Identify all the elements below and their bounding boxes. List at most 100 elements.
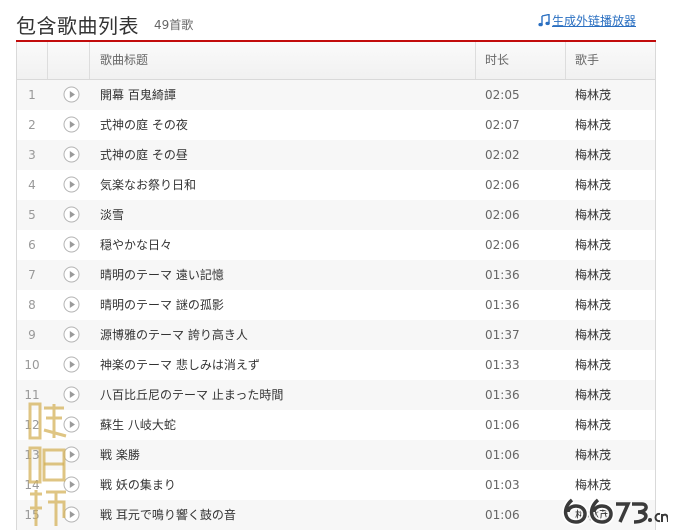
- song-title[interactable]: 晴明のテーマ 謎の孤影: [100, 290, 224, 320]
- track-number: 9: [28, 328, 36, 342]
- song-title[interactable]: 戦 楽勝: [100, 440, 140, 470]
- section-title: 包含歌曲列表: [16, 14, 139, 38]
- play-circle-icon[interactable]: [63, 86, 80, 103]
- track-number: 11: [24, 388, 40, 402]
- play-circle-icon[interactable]: [63, 146, 80, 163]
- track-number: 5: [28, 208, 36, 222]
- playlist-header: 包含歌曲列表 49首歌 生成外链播放器: [16, 8, 656, 40]
- music-note-icon: [538, 14, 550, 27]
- song-duration: 02:06: [485, 238, 520, 252]
- table-row[interactable]: 1 開幕 百鬼綺譚 02:05 梅林茂: [17, 80, 655, 110]
- play-circle-icon[interactable]: [63, 206, 80, 223]
- table-row[interactable]: 3 式神の庭 その昼 02:02 梅林茂: [17, 140, 655, 170]
- song-title[interactable]: 戦 耳元で鳴り響く鼓の音: [100, 500, 236, 530]
- table-row[interactable]: 2 式神の庭 その夜 02:07 梅林茂: [17, 110, 655, 140]
- play-circle-icon[interactable]: [63, 416, 80, 433]
- song-title[interactable]: 淡雪: [100, 200, 124, 230]
- song-duration: 01:06: [485, 418, 520, 432]
- table-row[interactable]: 8 晴明のテーマ 謎の孤影 01:36 梅林茂: [17, 290, 655, 320]
- song-title[interactable]: 穏やかな日々: [100, 230, 172, 260]
- song-artist[interactable]: 梅林茂: [575, 80, 611, 110]
- column-divider: [47, 42, 48, 79]
- song-artist[interactable]: 梅林茂: [575, 110, 611, 140]
- track-number: 4: [28, 178, 36, 192]
- column-header-title: 歌曲标题: [100, 53, 149, 67]
- table-row[interactable]: 10 神楽のテーマ 悲しみは消えず 01:33 梅林茂: [17, 350, 655, 380]
- track-number: 8: [28, 298, 36, 312]
- track-number: 14: [24, 478, 40, 492]
- table-row[interactable]: 7 晴明のテーマ 遠い記憶 01:36 梅林茂: [17, 260, 655, 290]
- generate-player-label[interactable]: 生成外链播放器: [552, 12, 636, 29]
- play-circle-icon[interactable]: [63, 386, 80, 403]
- song-title[interactable]: 気楽なお祭り日和: [100, 170, 196, 200]
- song-duration: 01:06: [485, 508, 520, 522]
- song-artist[interactable]: 梅林茂: [575, 200, 611, 230]
- page: 包含歌曲列表 49首歌 生成外链播放器 歌曲标题 时长 歌手 1 開幕 百鬼綺譚 0…: [0, 0, 674, 532]
- table-row[interactable]: 15 戦 耳元で鳴り響く鼓の音 01:06 梅林茂: [17, 500, 655, 530]
- play-circle-icon[interactable]: [63, 476, 80, 493]
- song-title[interactable]: 八百比丘尼のテーマ 止まった時間: [100, 380, 283, 410]
- song-duration: 01:36: [485, 298, 520, 312]
- song-duration: 01:06: [485, 448, 520, 462]
- song-artist[interactable]: 梅林茂: [575, 380, 611, 410]
- play-circle-icon[interactable]: [63, 326, 80, 343]
- song-artist[interactable]: 梅林茂: [575, 320, 611, 350]
- table-row[interactable]: 13 戦 楽勝 01:06 梅林茂: [17, 440, 655, 470]
- song-title[interactable]: 開幕 百鬼綺譚: [100, 80, 176, 110]
- song-duration: 02:07: [485, 118, 520, 132]
- table-body: 1 開幕 百鬼綺譚 02:05 梅林茂 2 式神の庭 その夜 02:07 梅林茂 3 式神の庭 そ…: [17, 80, 655, 530]
- song-duration: 01:36: [485, 268, 520, 282]
- table-row[interactable]: 6 穏やかな日々 02:06 梅林茂: [17, 230, 655, 260]
- track-number: 15: [24, 508, 40, 522]
- table-header: 歌曲标题 时长 歌手: [17, 42, 655, 80]
- song-artist[interactable]: 梅林茂: [575, 170, 611, 200]
- song-title[interactable]: 式神の庭 その昼: [100, 140, 188, 170]
- table-row[interactable]: 9 源博雅のテーマ 誇り高き人 01:37 梅林茂: [17, 320, 655, 350]
- column-header-duration: 时长: [485, 53, 510, 67]
- song-duration: 02:06: [485, 178, 520, 192]
- song-artist[interactable]: 梅林茂: [575, 350, 611, 380]
- play-circle-icon[interactable]: [63, 266, 80, 283]
- play-circle-icon[interactable]: [63, 446, 80, 463]
- song-artist[interactable]: 梅林茂: [575, 500, 611, 530]
- song-title[interactable]: 蘇生 八岐大蛇: [100, 410, 176, 440]
- song-artist[interactable]: 梅林茂: [575, 470, 611, 500]
- song-title[interactable]: 式神の庭 その夜: [100, 110, 188, 140]
- table-row[interactable]: 11 八百比丘尼のテーマ 止まった時間 01:36 梅林茂: [17, 380, 655, 410]
- play-circle-icon[interactable]: [63, 356, 80, 373]
- song-count: 49首歌: [154, 18, 194, 32]
- column-divider: [565, 42, 566, 79]
- track-number: 3: [28, 148, 36, 162]
- track-number: 2: [28, 118, 36, 132]
- play-circle-icon[interactable]: [63, 236, 80, 253]
- play-circle-icon[interactable]: [63, 176, 80, 193]
- track-number: 1: [28, 88, 36, 102]
- song-duration: 01:36: [485, 388, 520, 402]
- song-title[interactable]: 源博雅のテーマ 誇り高き人: [100, 320, 248, 350]
- track-number: 10: [24, 358, 40, 372]
- song-duration: 01:03: [485, 478, 520, 492]
- song-artist[interactable]: 梅林茂: [575, 140, 611, 170]
- song-title[interactable]: 神楽のテーマ 悲しみは消えず: [100, 350, 260, 380]
- play-circle-icon[interactable]: [63, 116, 80, 133]
- play-circle-icon[interactable]: [63, 296, 80, 313]
- column-header-artist: 歌手: [575, 53, 600, 67]
- song-duration: 02:02: [485, 148, 520, 162]
- table-row[interactable]: 14 戦 妖の集まり 01:03 梅林茂: [17, 470, 655, 500]
- song-artist[interactable]: 梅林茂: [575, 290, 611, 320]
- song-artist[interactable]: 梅林茂: [575, 410, 611, 440]
- table-row[interactable]: 5 淡雪 02:06 梅林茂: [17, 200, 655, 230]
- song-artist[interactable]: 梅林茂: [575, 440, 611, 470]
- song-table: 歌曲标题 时长 歌手 1 開幕 百鬼綺譚 02:05 梅林茂 2 式神の庭 その夜 02:0…: [16, 42, 656, 530]
- song-duration: 01:37: [485, 328, 520, 342]
- table-row[interactable]: 12 蘇生 八岐大蛇 01:06 梅林茂: [17, 410, 655, 440]
- table-row[interactable]: 4 気楽なお祭り日和 02:06 梅林茂: [17, 170, 655, 200]
- track-number: 12: [24, 418, 40, 432]
- song-artist[interactable]: 梅林茂: [575, 260, 611, 290]
- play-circle-icon[interactable]: [63, 506, 80, 523]
- song-title[interactable]: 晴明のテーマ 遠い記憶: [100, 260, 224, 290]
- generate-player-link[interactable]: 生成外链播放器: [538, 12, 636, 29]
- song-artist[interactable]: 梅林茂: [575, 230, 611, 260]
- track-number: 7: [28, 268, 36, 282]
- song-title[interactable]: 戦 妖の集まり: [100, 470, 176, 500]
